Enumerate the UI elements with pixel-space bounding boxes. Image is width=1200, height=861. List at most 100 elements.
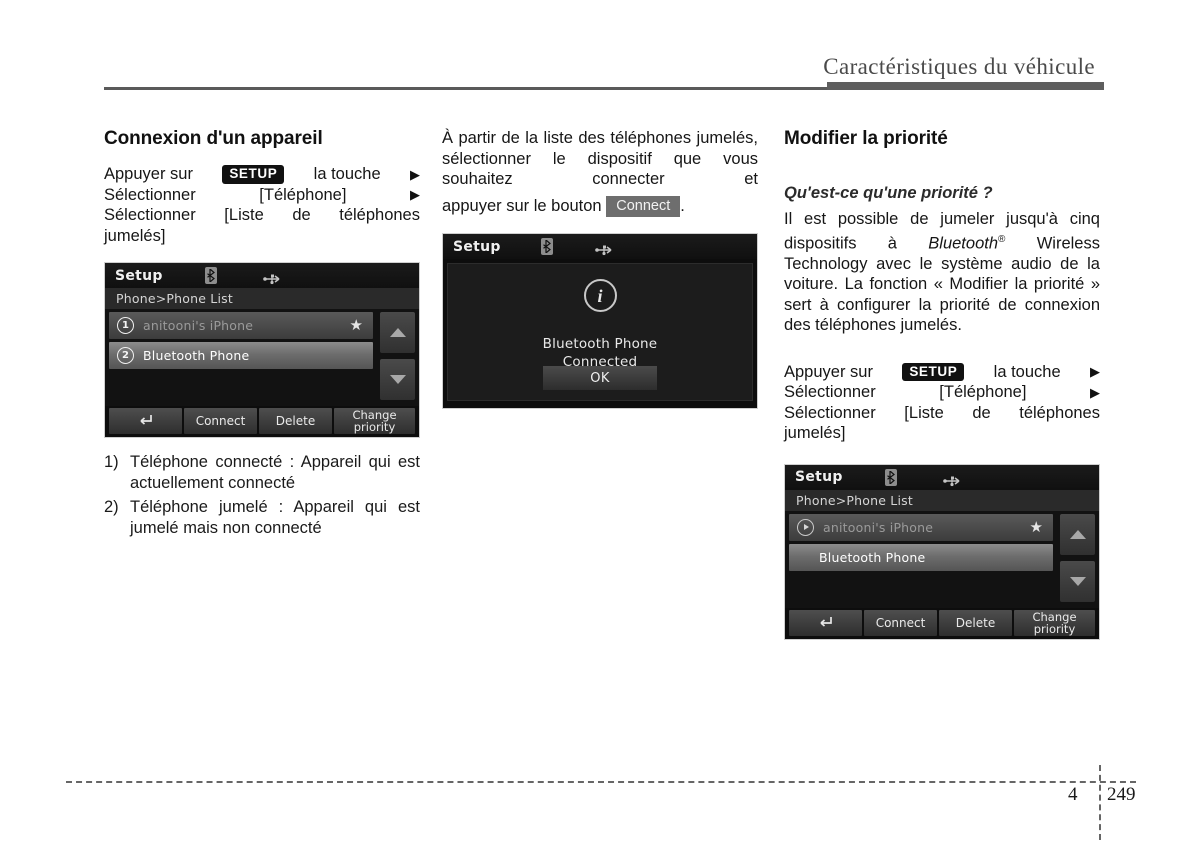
notes-list: 1) Téléphone connecté : Appareil qui est… [104,452,420,539]
device-status-bar: Setup [105,263,419,288]
dialog-panel: i Bluetooth Phone Connected OK [447,263,753,401]
setup-key-badge[interactable]: SETUP [902,362,965,381]
change-priority-button[interactable]: Change priority [334,408,415,434]
bluetooth-icon [885,468,897,486]
step-1-text-b: la touche [993,362,1061,381]
paragraph-connect-instructions: À partir de la liste des téléphones jume… [442,129,758,188]
connect-button[interactable]: Connect [184,408,257,434]
usb-icon [943,472,963,486]
device-body: anitooni's iPhone ★ Bluetooth Phone [785,510,1099,610]
chevron-right-icon: ▶ [409,166,420,182]
paragraph-connect-post: . [680,196,685,215]
star-icon: ★ [1029,517,1043,536]
usb-icon [263,270,283,285]
scrollbar[interactable] [380,312,415,400]
row-index-badge: 2 [117,347,134,364]
list-item: 1) Téléphone connecté : Appareil qui est… [104,452,420,494]
change-priority-button[interactable]: Change priority [1014,609,1095,636]
ok-button[interactable]: OK [543,366,657,390]
screenshot-connected-dialog: Setup i Bluetooth Phone Connected OK [442,233,758,409]
step-line-2: Sélectionner [Téléphone] ▶ [784,382,1100,403]
connect-button-badge[interactable]: Connect [606,195,681,217]
paragraph-priorite: Il est possible de jumeler jusqu'à cinq … [784,209,1100,336]
back-arrow-icon [137,413,154,429]
footer-divider [66,781,1136,783]
delete-button[interactable]: Delete [939,609,1012,636]
list-item-label: anitooni's iPhone [823,519,934,535]
scroll-down-button[interactable] [380,359,415,400]
steps-connexion: Appuyer sur SETUP la touche ▶ Sélectionn… [104,164,420,246]
scroll-down-button[interactable] [1060,560,1095,602]
step-2-text-a: Sélectionner [104,185,196,204]
screenshot-phone-list-2: Setup Phone>Phone List anitooni's iPhone… [784,463,1100,640]
device-breadcrumb: Phone>Phone List [105,288,419,309]
page-number: 249 [1107,784,1136,805]
step-1-text-b: la touche [313,165,381,183]
column-right: Modifier la priorité Qu'est-ce qu'une pr… [784,128,1100,640]
step-1-text-a: Appuyer sur [784,362,873,381]
back-button[interactable] [109,408,182,434]
device-toolbar: Connect Delete Change priority [105,406,419,437]
scrollbar[interactable] [1060,513,1095,602]
header-rule-thick [827,82,1104,90]
phone-list: 1 anitooni's iPhone ★ 2 Bluetooth Phone [109,312,373,369]
step-2-text-b: [Téléphone] [939,383,1027,401]
step-line-3: Sélectionner [Liste de téléphones [104,206,420,224]
list-item-label: Bluetooth Phone [143,348,250,363]
scroll-up-button[interactable] [1060,513,1095,555]
row-index-badge: 1 [117,317,134,334]
paragraph-connect-button-line: appuyer sur le bouton Connect. [442,195,758,217]
list-item[interactable]: Bluetooth Phone [789,543,1053,571]
page-header: Caractéristiques du véhicule [0,0,1200,92]
setup-key-badge[interactable]: SETUP [222,165,285,184]
triangle-up-icon [389,328,406,337]
triangle-up-icon [1069,529,1086,539]
list-item: 2) Téléphone jumelé : Appareil qui est j… [104,497,420,539]
device-title: Setup [453,238,501,255]
usb-icon [595,241,615,256]
chevron-right-icon: ▶ [1089,364,1100,380]
paragraph-connect-pre: appuyer sur le bouton [442,196,602,215]
step-line-1: Appuyer sur SETUP la touche ▶ [104,164,420,185]
triangle-down-icon [1069,576,1086,586]
steps-priorite: Appuyer sur SETUP la touche ▶ Sélectionn… [784,362,1100,444]
subsection-title-quest-ce: Qu'est-ce qu'une priorité ? [784,184,993,202]
step-1-text-a: Appuyer sur [104,165,193,183]
step-line-1: Appuyer sur SETUP la touche ▶ [784,362,1100,383]
star-icon: ★ [349,316,363,334]
column-middle: À partir de la liste des téléphones jume… [442,128,758,409]
page-title: Caractéristiques du véhicule [823,54,1095,79]
device-breadcrumb: Phone>Phone List [785,489,1099,511]
list-item[interactable]: 1 anitooni's iPhone ★ [109,312,373,339]
bluetooth-wordmark: Bluetooth [928,234,999,252]
back-button[interactable] [789,609,862,636]
delete-button[interactable]: Delete [259,408,332,434]
back-arrow-icon [817,615,834,631]
scroll-up-button[interactable] [380,312,415,353]
list-item[interactable]: 2 Bluetooth Phone [109,342,373,369]
device-title: Setup [115,267,163,284]
footer-vertical-divider [1099,765,1101,840]
section-title-connexion: Connexion d'un appareil [104,128,323,149]
triangle-down-icon [389,375,406,384]
chevron-right-icon: ▶ [1089,384,1100,400]
connect-button[interactable]: Connect [864,609,937,636]
section-title-priorite: Modifier la priorité [784,128,948,149]
info-icon: i [583,279,617,312]
phone-list: anitooni's iPhone ★ Bluetooth Phone [789,513,1053,571]
column-left: Connexion d'un appareil Appuyer sur SETU… [104,128,420,542]
note-text: Téléphone connecté : Appareil qui est ac… [130,453,420,492]
step-line-3: Sélectionner [Liste de téléphones [784,403,1100,422]
play-icon [797,518,814,536]
device-toolbar: Connect Delete Change priority [785,607,1099,639]
device-status-bar: Setup [785,464,1099,490]
list-item-label: Bluetooth Phone [819,549,926,565]
step-line-2: Sélectionner [Téléphone] ▶ [104,185,420,206]
step-line-4: jumelés] [104,226,166,245]
device-title: Setup [795,469,843,485]
step-2-text-b: [Téléphone] [259,185,347,204]
list-item[interactable]: anitooni's iPhone ★ [789,513,1053,541]
chevron-right-icon: ▶ [409,187,420,203]
chapter-number: 4 [1068,784,1078,805]
device-body: 1 anitooni's iPhone ★ 2 Bluetooth Phone [105,309,419,408]
